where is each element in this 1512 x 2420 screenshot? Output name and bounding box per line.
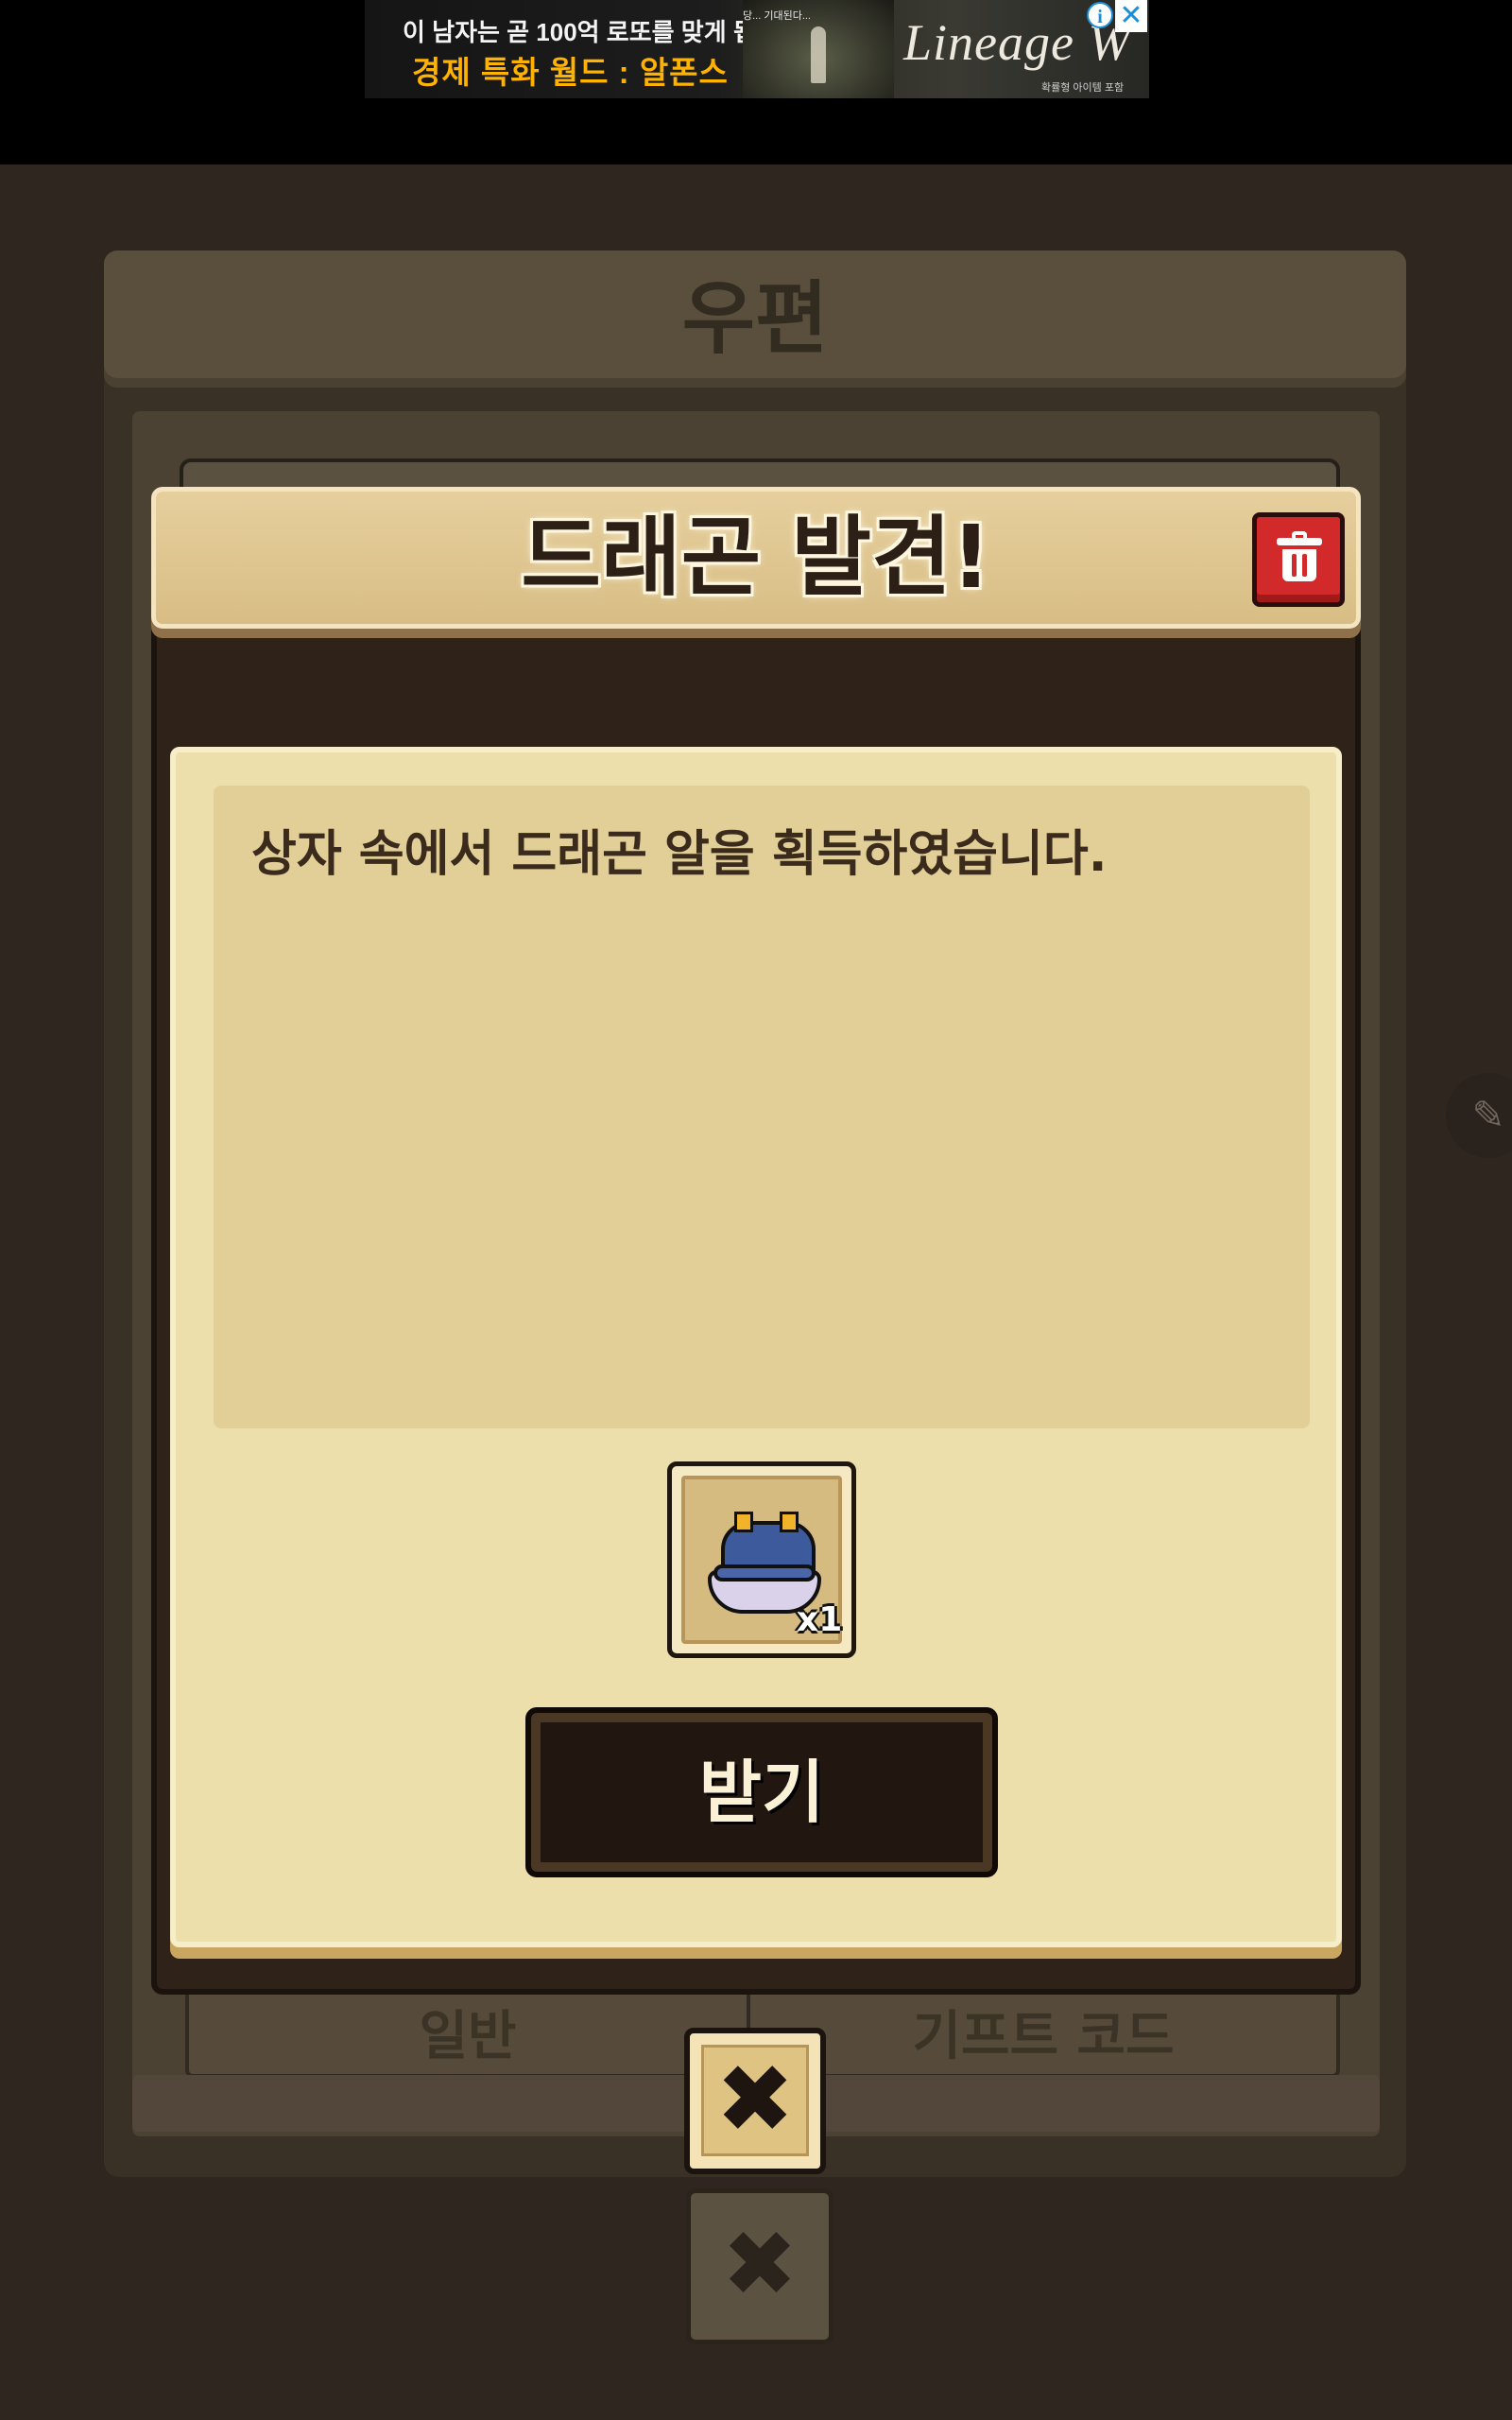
ad-close-icon[interactable]: ✕ xyxy=(1115,0,1147,32)
mail-header: 우편 xyxy=(104,251,1406,388)
message-box: 상자 속에서 드래곤 알을 획득하였습니다. xyxy=(214,786,1310,1428)
dialog-content: 상자 속에서 드래곤 알을 획득하였습니다. x1 받기 xyxy=(170,747,1342,1947)
tab-gift-code-label: 기프트 코드 xyxy=(912,2006,1175,2067)
dialog-title: 드래곤 발견! xyxy=(521,507,991,608)
ad-strip: 이 남자는 곧 100억 로또를 맞게 됩니다 경제 특화 월드 : 알폰스 당… xyxy=(0,0,1512,164)
ad-subheadline: 경제 특화 월드 : 알폰스 xyxy=(412,55,729,90)
claim-button-label: 받기 xyxy=(698,1753,825,1832)
mail-title: 우편 xyxy=(681,272,829,365)
dialog-header: 드래곤 발견! xyxy=(151,487,1361,629)
trash-icon xyxy=(1277,531,1322,581)
dragon-found-dialog: 드래곤 발견! 상자 속에서 드래곤 알을 획득하였습니다. x1 받기 xyxy=(151,487,1361,1995)
mail-close-button[interactable]: ✖ xyxy=(686,2188,833,2344)
close-icon: ✖ xyxy=(715,2044,795,2154)
reward-item-background: x1 xyxy=(681,1476,842,1644)
dialog-close-button[interactable]: ✖ xyxy=(684,2028,826,2174)
tab-general-label: 일반 xyxy=(419,2006,517,2067)
ad-brand-subtext: 확률형 아이템 포함 xyxy=(1041,82,1125,94)
claim-button[interactable]: 받기 xyxy=(525,1707,998,1877)
ad-headline: 이 남자는 곧 100억 로또를 맞게 됩니다 xyxy=(403,18,801,46)
message-text: 상자 속에서 드래곤 알을 획득하였습니다. xyxy=(251,826,1108,883)
ad-banner[interactable]: 이 남자는 곧 100억 로또를 맞게 됩니다 경제 특화 월드 : 알폰스 당… xyxy=(365,0,1149,98)
ad-small-text: 당... 기대된다... xyxy=(743,10,811,22)
delete-mail-button[interactable] xyxy=(1252,512,1345,607)
reward-count: x1 xyxy=(797,1600,843,1639)
reward-item-slot[interactable]: x1 xyxy=(667,1461,856,1658)
ad-info-icon[interactable]: i xyxy=(1087,2,1113,28)
edit-pencil-icon[interactable]: ✎ xyxy=(1446,1073,1512,1158)
close-icon: ✖ xyxy=(721,2211,799,2317)
